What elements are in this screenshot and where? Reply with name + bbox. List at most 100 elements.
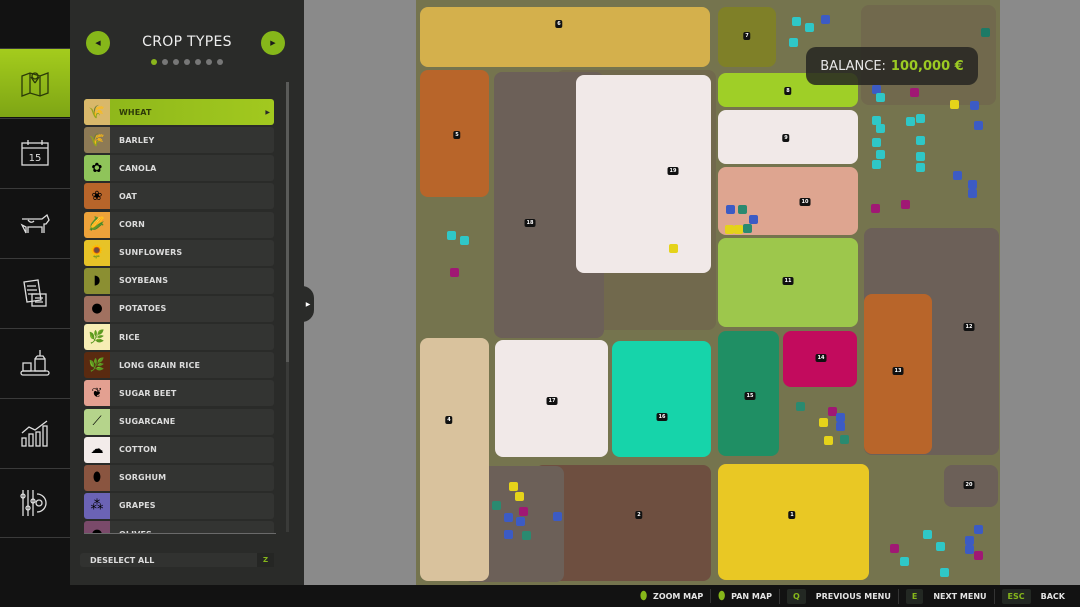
map-poi-marker-icon[interactable]: [872, 160, 881, 169]
map-poi-marker-icon[interactable]: [953, 171, 962, 180]
map-poi-marker-icon[interactable]: [819, 418, 828, 427]
crop-item-soybeans[interactable]: ◗ SOYBEANS: [84, 267, 274, 294]
crop-item-sugarcane[interactable]: ⟋ SUGARCANE: [84, 408, 274, 435]
map-poi-marker-icon[interactable]: [968, 189, 977, 198]
footer-pan-map[interactable]: ⬮ PAN MAP: [710, 589, 779, 603]
map-poi-marker-icon[interactable]: [734, 225, 743, 234]
map-poi-marker-icon[interactable]: [950, 100, 959, 109]
crop-item-oat[interactable]: ❀ OAT: [84, 183, 274, 210]
map-poi-marker-icon[interactable]: [749, 215, 758, 224]
nav-contracts[interactable]: [0, 258, 70, 327]
map-view[interactable]: 1234567891011121314151617181920: [416, 0, 1000, 585]
map-poi-marker-icon[interactable]: [876, 150, 885, 159]
nav-animals[interactable]: [0, 188, 70, 257]
footer-next-menu[interactable]: E NEXT MENU: [897, 588, 994, 604]
map-poi-marker-icon[interactable]: [792, 17, 801, 26]
map-poi-marker-icon[interactable]: [460, 236, 469, 245]
nav-production[interactable]: [0, 328, 70, 397]
map-poi-marker-icon[interactable]: [916, 152, 925, 161]
crop-item-grapes[interactable]: ⁂ GRAPES: [84, 492, 274, 519]
crop-item-barley[interactable]: 🌾 BARLEY: [84, 127, 274, 154]
map-poi-marker-icon[interactable]: [890, 544, 899, 553]
map-poi-marker-icon[interactable]: [936, 542, 945, 551]
nav-calendar[interactable]: 15: [0, 118, 70, 187]
map-poi-marker-icon[interactable]: [836, 413, 845, 422]
footer-previous-menu[interactable]: Q PREVIOUS MENU: [778, 588, 898, 604]
crop-item-olives[interactable]: ●OLIVES: [84, 521, 274, 533]
map-poi-marker-icon[interactable]: [516, 517, 525, 526]
crop-item-rice[interactable]: 🌿 RICE: [84, 324, 274, 351]
map-poi-marker-icon[interactable]: [450, 268, 459, 277]
map-poi-marker-icon[interactable]: [522, 531, 531, 540]
map-poi-marker-icon[interactable]: [726, 205, 735, 214]
map-poi-marker-icon[interactable]: [872, 138, 881, 147]
crop-item-sugar-beet[interactable]: ❦ SUGAR BEET: [84, 380, 274, 407]
map-poi-marker-icon[interactable]: [669, 244, 678, 253]
map-poi-marker-icon[interactable]: [836, 422, 845, 431]
map-poi-marker-icon[interactable]: [504, 513, 513, 522]
collapse-panel-handle[interactable]: ▶: [302, 286, 314, 322]
map-poi-marker-icon[interactable]: [515, 492, 524, 501]
map-poi-marker-icon[interactable]: [553, 512, 562, 521]
map-poi-marker-icon[interactable]: [876, 93, 885, 102]
crop-item-sunflowers[interactable]: 🌻 SUNFLOWERS: [84, 239, 274, 266]
map-poi-marker-icon[interactable]: [940, 568, 949, 577]
map-poi-marker-icon[interactable]: [974, 121, 983, 130]
map-poi-marker-icon[interactable]: [974, 525, 983, 534]
crop-item-cotton[interactable]: ☁ COTTON: [84, 436, 274, 463]
map-poi-marker-icon[interactable]: [974, 551, 983, 560]
map-poi-marker-icon[interactable]: [970, 101, 979, 110]
map-poi-marker-icon[interactable]: [824, 436, 833, 445]
page-dot[interactable]: [151, 59, 157, 65]
nav-settings[interactable]: [0, 468, 70, 537]
crop-item-potatoes[interactable]: ● POTATOES: [84, 295, 274, 322]
map-poi-marker-icon[interactable]: [805, 23, 814, 32]
field-4[interactable]: [420, 338, 489, 581]
map-poi-marker-icon[interactable]: [901, 200, 910, 209]
map-poi-marker-icon[interactable]: [871, 204, 880, 213]
page-dot[interactable]: [162, 59, 168, 65]
nav-statistics[interactable]: [0, 398, 70, 467]
map-poi-marker-icon[interactable]: [447, 231, 456, 240]
scrollbar-thumb[interactable]: [286, 82, 289, 362]
field-6[interactable]: [420, 7, 710, 67]
page-dot[interactable]: [217, 59, 223, 65]
map-poi-marker-icon[interactable]: [504, 530, 513, 539]
map-poi-marker-icon[interactable]: [509, 482, 518, 491]
crop-item-canola[interactable]: ✿ CANOLA: [84, 155, 274, 182]
page-dot[interactable]: [173, 59, 179, 65]
page-dot[interactable]: [195, 59, 201, 65]
footer-back[interactable]: ESC BACK: [993, 588, 1072, 604]
page-dot[interactable]: [184, 59, 190, 65]
page-dot[interactable]: [206, 59, 212, 65]
map-poi-marker-icon[interactable]: [492, 501, 501, 510]
map-poi-marker-icon[interactable]: [965, 545, 974, 554]
map-poi-marker-icon[interactable]: [968, 180, 977, 189]
crop-item-long-grain-rice[interactable]: 🌿 LONG GRAIN RICE: [84, 352, 274, 379]
crop-item-wheat[interactable]: 🌾 WHEAT ▶: [84, 99, 274, 125]
next-page-button[interactable]: ▶: [261, 31, 285, 55]
deselect-all-button[interactable]: DESELECT ALL Z: [80, 553, 274, 567]
crop-item-corn[interactable]: 🌽 CORN: [84, 211, 274, 238]
map-poi-marker-icon[interactable]: [916, 136, 925, 145]
map-poi-marker-icon[interactable]: [965, 536, 974, 545]
map-poi-marker-icon[interactable]: [981, 28, 990, 37]
map-poi-marker-icon[interactable]: [916, 114, 925, 123]
map-poi-marker-icon[interactable]: [738, 205, 747, 214]
map-poi-marker-icon[interactable]: [910, 88, 919, 97]
map-poi-marker-icon[interactable]: [725, 225, 734, 234]
map-poi-marker-icon[interactable]: [796, 402, 805, 411]
map-poi-marker-icon[interactable]: [916, 163, 925, 172]
field-19[interactable]: [576, 75, 711, 273]
crop-list-scrollbar[interactable]: [286, 82, 289, 532]
map-poi-marker-icon[interactable]: [840, 435, 849, 444]
map-poi-marker-icon[interactable]: [900, 557, 909, 566]
map-poi-marker-icon[interactable]: [789, 38, 798, 47]
footer-zoom-map[interactable]: ⬮ ZOOM MAP: [633, 589, 710, 603]
map-poi-marker-icon[interactable]: [743, 224, 752, 233]
map-poi-marker-icon[interactable]: [821, 15, 830, 24]
crop-item-sorghum[interactable]: ⬮ SORGHUM: [84, 464, 274, 491]
nav-map[interactable]: [0, 48, 70, 117]
field-16[interactable]: [612, 341, 711, 457]
map-poi-marker-icon[interactable]: [876, 124, 885, 133]
